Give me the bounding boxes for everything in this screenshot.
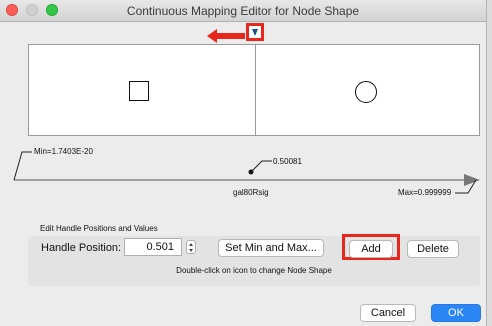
ok-button[interactable]: OK [431, 304, 481, 322]
max-label: Max=0.999999 [398, 188, 452, 197]
handle-position-label: Handle Position: [41, 242, 122, 254]
delete-button[interactable]: Delete [407, 240, 459, 258]
value-leader-line [250, 160, 272, 173]
triangle-down-icon [252, 29, 258, 36]
title-bar[interactable]: Continuous Mapping Editor for Node Shape [0, 0, 486, 22]
handle-value-label: 0.50081 [273, 157, 302, 166]
hint-text: Double-click on icon to change Node Shap… [176, 266, 332, 275]
annotation-arrow-icon [207, 29, 245, 43]
background-window-edge [487, 0, 492, 326]
edit-section-title: Edit Handle Positions and Values [40, 224, 158, 233]
position-stepper-icon[interactable] [186, 240, 196, 254]
min-leader-line [13, 151, 32, 181]
square-shape-icon[interactable] [129, 81, 149, 101]
handle-marker[interactable] [248, 169, 254, 175]
handle-position-input[interactable]: 0.501 [124, 238, 182, 256]
shape-preview-panel [28, 44, 480, 136]
add-button[interactable]: Add [349, 240, 393, 258]
min-label: Min=1.7403E-20 [34, 147, 93, 156]
set-min-max-button[interactable]: Set Min and Max... [218, 239, 324, 257]
axis-arrow-icon [464, 174, 480, 186]
cancel-button[interactable]: Cancel [360, 304, 416, 322]
window-title: Continuous Mapping Editor for Node Shape [126, 4, 360, 18]
ellipse-shape-icon[interactable] [355, 81, 377, 103]
handle-divider[interactable] [255, 45, 256, 135]
attribute-label: gal80Rsig [233, 188, 269, 197]
expand-toggle-button[interactable] [246, 23, 264, 41]
mapping-editor-window: Continuous Mapping Editor for Node Shape… [0, 0, 487, 326]
